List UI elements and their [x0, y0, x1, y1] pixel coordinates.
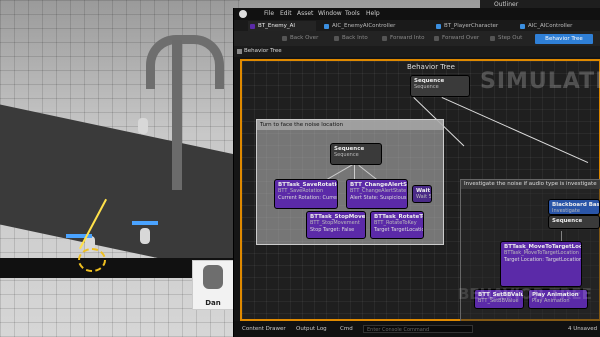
enemy-character	[140, 228, 150, 244]
behavior-tree-mode-button[interactable]: Behavior Tree	[535, 34, 593, 44]
unreal-logo-icon	[239, 10, 247, 18]
asset-tabs: BT_Enemy_AI AIC_EnemyAIController BT_Pla…	[234, 20, 600, 31]
rotate-to-key-task[interactable]: BTTask_RotateToKey BTT_RotateToKey Targe…	[370, 211, 424, 239]
tab-bt-enemy-ai[interactable]: BT_Enemy_AI	[248, 21, 316, 31]
blackboard-decorator[interactable]: Blackboard Based Investigate	[548, 199, 600, 215]
menu-asset[interactable]: Asset	[297, 8, 313, 20]
graph-wire	[441, 97, 589, 163]
menu-edit[interactable]: Edit	[280, 8, 292, 20]
unsaved-indicator[interactable]: 4 Unsaved	[568, 325, 597, 333]
arch-structure	[146, 35, 224, 89]
save-rotation-task[interactable]: BTTask_SaveRotation BTT_SaveRotation Cur…	[274, 179, 338, 209]
forward-into-icon	[382, 36, 387, 41]
behavior-tree-editor: File Edit Asset Window Tools Help BT_Ene…	[233, 8, 600, 337]
tab-aic-enemy-controller[interactable]: AIC_EnemyAIController	[322, 21, 412, 31]
back-into-button[interactable]: Back Into	[334, 34, 368, 43]
simulating-watermark: SIMULATING	[480, 69, 600, 94]
tab-bt-player-character[interactable]: BT_PlayerCharacter	[434, 21, 514, 31]
portrait-face	[203, 265, 223, 289]
menu-bar: File Edit Asset Window Tools Help	[234, 8, 600, 20]
pillar	[172, 40, 182, 190]
wait-task[interactable]: Wait Wait 5s	[412, 185, 432, 203]
stop-movement-task[interactable]: BTTask_StopMovement BTT_StopMovement Sto…	[306, 211, 366, 239]
back-over-button[interactable]: Back Over	[282, 34, 318, 43]
menu-tools[interactable]: Tools	[345, 8, 360, 20]
graph-title: Behavior Tree	[407, 63, 455, 71]
menu-file[interactable]: File	[264, 8, 274, 20]
change-alert-state-task[interactable]: BTT_ChangeAlertState BTT_ChangeAlertStat…	[346, 179, 408, 209]
console-input[interactable]: Enter Console Command	[363, 325, 473, 333]
content-drawer-button[interactable]: Content Drawer	[242, 325, 286, 333]
status-bar: Content Drawer Output Log Cmd Enter Cons…	[234, 321, 600, 337]
debug-toolbar: Back Over Back Into Forward Into Forward…	[234, 31, 600, 46]
step-out-icon	[490, 36, 495, 41]
player-portrait: Dan	[192, 260, 234, 310]
step-out-button[interactable]: Step Out	[490, 34, 522, 43]
blueprint-icon	[520, 24, 525, 29]
root-sequence-node[interactable]: Sequence Sequence	[410, 75, 470, 97]
back-over-icon	[282, 36, 287, 41]
sequence-node[interactable]: Sequence	[548, 215, 600, 229]
tab-aic-ai-controller[interactable]: AIC_AIController	[518, 21, 598, 31]
behavior-tree-icon	[250, 24, 255, 29]
blueprint-icon	[324, 24, 329, 29]
comment-title: Investigate the noise if audio type is i…	[461, 180, 600, 189]
move-to-target-location-task[interactable]: BTTask_MoveToTargetLocation BTTask_MoveT…	[500, 241, 582, 287]
back-into-icon	[334, 36, 339, 41]
behavior-tree-watermark: BEHAVIOR TREE	[458, 285, 592, 303]
blueprint-icon	[436, 24, 441, 29]
outliner-title: Outliner	[494, 1, 519, 8]
forward-over-icon	[434, 36, 439, 41]
selection-ring	[78, 248, 106, 272]
graph-tab[interactable]: Behavior Tree	[234, 46, 600, 57]
graph-canvas[interactable]: SIMULATING Behavior Tree Turn to face th…	[240, 59, 600, 323]
player-name: Dan	[205, 299, 221, 307]
cmd-dropdown[interactable]: Cmd	[340, 325, 353, 333]
ai-debug-bar	[132, 221, 158, 225]
enemy-character	[138, 118, 148, 134]
menu-help[interactable]: Help	[366, 8, 380, 20]
forward-over-button[interactable]: Forward Over	[434, 34, 479, 43]
comment-title: Turn to face the noise location	[257, 120, 443, 130]
menu-window[interactable]: Window	[318, 8, 342, 20]
forward-into-button[interactable]: Forward Into	[382, 34, 425, 43]
graph-icon	[237, 49, 242, 54]
sequence-node[interactable]: Sequence Sequence	[330, 143, 382, 165]
output-log-button[interactable]: Output Log	[296, 325, 327, 333]
